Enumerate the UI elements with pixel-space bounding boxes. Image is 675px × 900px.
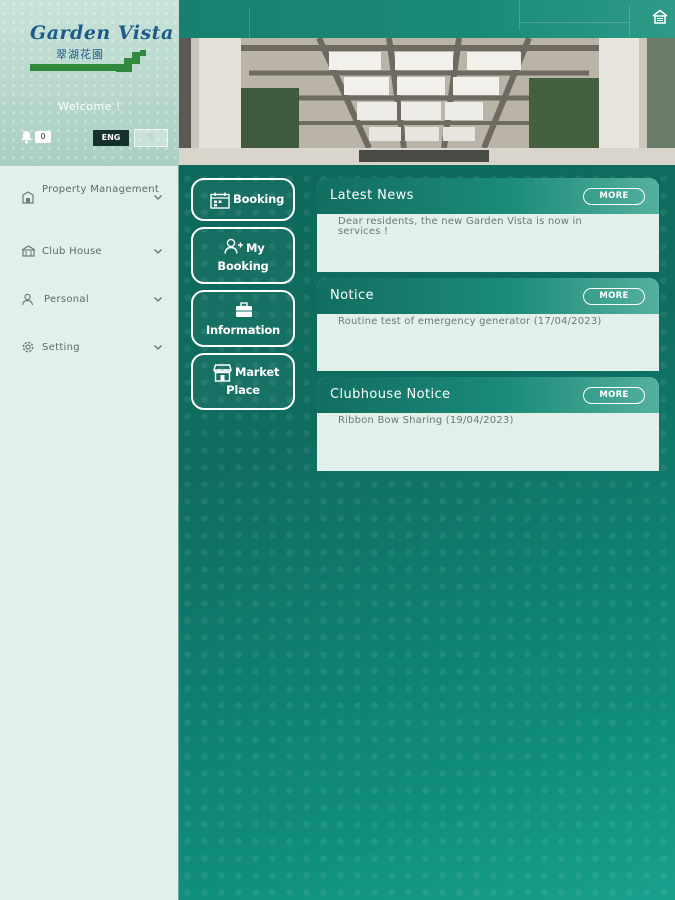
card-item-text[interactable]: Ribbon Bow Sharing (19/04/2023) [338,416,628,426]
sidebar-item-setting[interactable]: Setting [0,327,179,367]
market-place-label-2: Place [226,383,260,397]
user-booking-icon [224,238,243,254]
card-header: Clubhouse Notice MORE [317,377,659,413]
store-icon [213,364,232,382]
more-button[interactable]: MORE [583,387,645,404]
sidebar-item-label: Club House [42,246,102,257]
sidebar-item-property-management[interactable]: Property Management [0,178,179,218]
card-header: Latest News MORE [317,178,659,214]
chevron-down-icon [153,194,163,201]
notification-button[interactable]: 0 [20,130,54,144]
main-content: Booking My Booking Information Market Pl… [179,0,675,900]
sidebar-item-label: Property Management [42,184,160,195]
card-item-text[interactable]: Routine test of emergency generator (17/… [338,317,628,327]
notice-card: Notice MORE Routine test of emergency ge… [317,278,659,371]
lang-tc-button[interactable]: 繁 [134,129,168,147]
banner-image [179,38,675,165]
gear-icon [22,341,34,353]
my-booking-label-2: Booking [217,259,269,273]
logo-bar [30,64,118,71]
sidebar: Garden Vista 翠湖花園 Welcome ! 0 ENG 繁 Prop… [0,0,179,900]
card-title: Latest News [330,188,414,203]
information-label: Information [205,323,281,337]
card-title: Notice [330,288,374,303]
top-bar [179,0,675,38]
card-title: Clubhouse Notice [330,387,451,402]
welcome-text: Welcome ! [58,100,121,113]
lang-eng-button[interactable]: ENG [93,130,129,146]
sidebar-header: Garden Vista 翠湖花園 Welcome ! 0 ENG 繁 [0,0,179,166]
calendar-icon [210,192,230,209]
information-button[interactable]: Information [191,290,295,347]
building-icon [22,191,34,204]
logo-text-zh: 翠湖花園 [56,48,104,61]
card-item-text[interactable]: Dear residents, the new Garden Vista is … [338,217,628,237]
logo-text-en: Garden Vista [30,22,174,44]
card-header: Notice MORE [317,278,659,314]
booking-button[interactable]: Booking [191,178,295,221]
booking-label: Booking [233,192,285,206]
sidebar-item-label: Personal [44,294,89,305]
briefcase-icon [236,302,252,317]
clubhouse-notice-card: Clubhouse Notice MORE Ribbon Bow Sharing… [317,377,659,471]
market-place-button[interactable]: Market Place [191,353,295,410]
my-booking-button[interactable]: My Booking [191,227,295,284]
garden-vista-logo[interactable]: Garden Vista 翠湖花園 [28,22,173,74]
chevron-down-icon [153,248,163,255]
more-button[interactable]: MORE [583,288,645,305]
my-booking-label-1: My [246,241,265,255]
clubhouse-icon [21,245,36,257]
more-button[interactable]: MORE [583,188,645,205]
sidebar-item-label: Setting [42,342,80,353]
building-photo [179,38,675,165]
market-place-label-1: Market [235,365,280,379]
logo-steps-icon [116,50,148,72]
latest-news-card: Latest News MORE Dear residents, the new… [317,178,659,272]
notification-count-badge: 0 [35,131,51,143]
person-icon [21,293,34,306]
sidebar-item-personal[interactable]: Personal [0,279,179,319]
sidebar-item-club-house[interactable]: Club House [0,231,179,271]
chevron-down-icon [153,344,163,351]
bell-icon [21,131,32,144]
chevron-down-icon [153,296,163,303]
home-icon[interactable] [652,9,668,24]
